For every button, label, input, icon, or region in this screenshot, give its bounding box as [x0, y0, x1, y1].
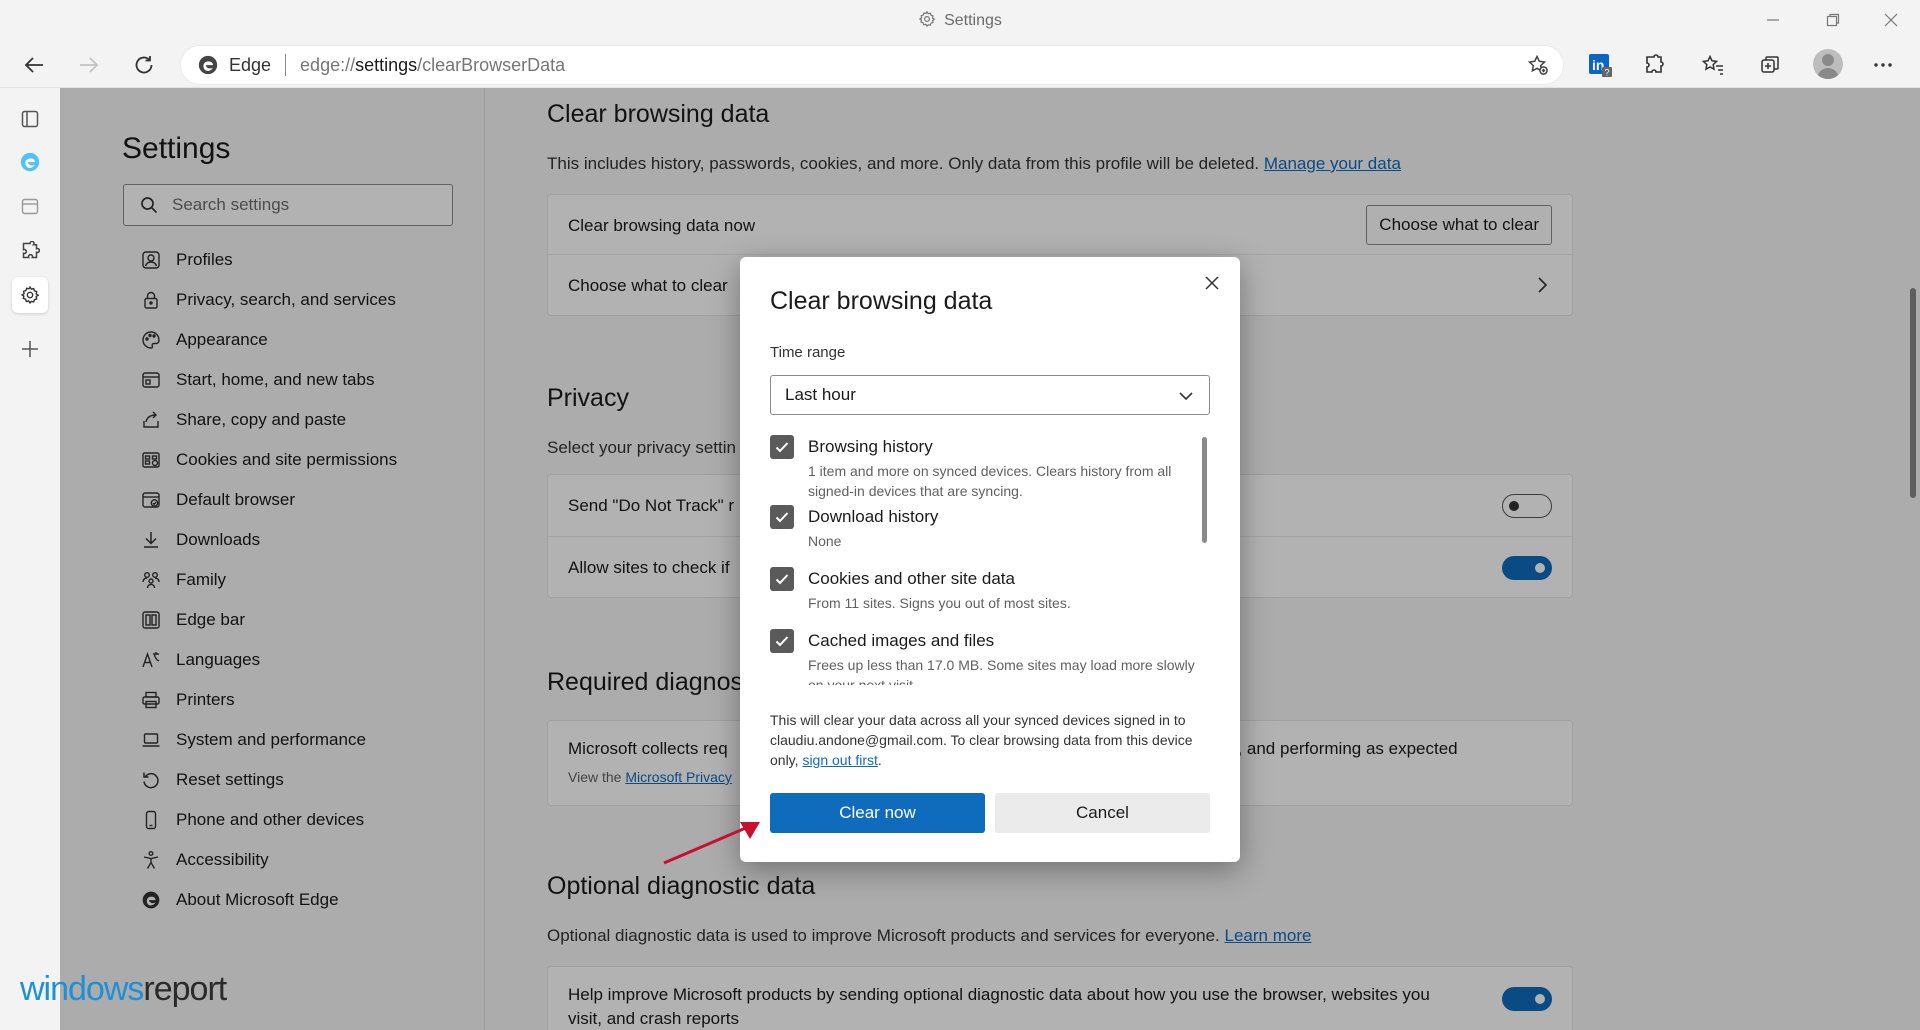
option-desc: None [808, 533, 842, 549]
time-range-value: Last hour [785, 385, 856, 404]
edge-tab-icon[interactable] [12, 144, 48, 180]
vertical-side-bar [0, 88, 60, 1030]
checkbox-checked-icon[interactable] [770, 567, 794, 591]
checkbox-checked-icon[interactable] [770, 629, 794, 653]
more-menu-icon[interactable] [1865, 47, 1901, 83]
checkbox-checked-icon[interactable] [770, 505, 794, 529]
restore-button[interactable] [1806, 6, 1860, 34]
close-icon[interactable] [1198, 269, 1226, 297]
sync-note-end: . [877, 752, 882, 768]
option-title: Cookies and other site data [808, 569, 1015, 588]
time-range-select[interactable]: Last hour [770, 375, 1210, 415]
sign-out-first-link[interactable]: sign out first [802, 752, 877, 768]
refresh-button[interactable] [126, 47, 162, 83]
dialog-title: Clear browsing data [770, 287, 993, 315]
new-tab-plus-icon[interactable] [12, 331, 48, 367]
calendar-tab-icon[interactable] [12, 188, 48, 224]
minimize-button[interactable] [1746, 6, 1800, 34]
profile-avatar[interactable] [1813, 49, 1843, 79]
url-host: settings [355, 54, 418, 75]
clear-browsing-data-dialog: Clear browsing data Time range Last hour… [740, 257, 1240, 862]
annotation-arrow-shaft [663, 825, 749, 865]
address-brand: Edge [229, 54, 272, 75]
back-button[interactable] [16, 47, 52, 83]
clear-now-button[interactable]: Clear now [770, 793, 985, 833]
extensions-icon[interactable] [1636, 47, 1672, 83]
favorites-icon[interactable] [1695, 47, 1731, 83]
url-path: /clearBrowserData [417, 54, 566, 75]
address-bar[interactable]: Edge edge://settings/clearBrowserData [180, 45, 1564, 85]
window-title: Settings [0, 10, 1920, 33]
gear-icon [918, 10, 936, 33]
option-title: Browsing history [808, 437, 933, 456]
checkbox-checked-icon[interactable] [770, 435, 794, 459]
chevron-down-icon [1177, 387, 1195, 410]
tab-actions-icon[interactable] [12, 101, 48, 137]
url-scheme: edge:// [300, 54, 356, 75]
add-favorite-icon[interactable] [1527, 54, 1549, 81]
time-range-label: Time range [770, 344, 846, 361]
windowsreport-watermark: windowsreport [20, 970, 227, 1009]
option-title: Cached images and files [808, 631, 995, 650]
watermark-part2: report [143, 970, 227, 1008]
window-title-text: Settings [944, 12, 1002, 29]
sync-note: This will clear your data across all you… [770, 710, 1220, 770]
dialog-list-scrollbar[interactable] [1202, 437, 1207, 543]
option-desc: 1 item and more on synced devices. Clear… [808, 463, 1172, 499]
linkedin-extension-icon[interactable]: in? [1582, 47, 1618, 83]
data-types-list: Browsing history 1 item and more on sync… [770, 435, 1210, 685]
page-scrollbar[interactable] [1910, 288, 1916, 498]
title-bar: Settings [0, 0, 1920, 42]
collections-icon[interactable] [1752, 47, 1788, 83]
browser-toolbar: Edge edge://settings/clearBrowserData in… [0, 42, 1920, 88]
settings-tab-icon[interactable] [12, 277, 48, 313]
cancel-button[interactable]: Cancel [995, 793, 1210, 833]
address-separator [285, 54, 287, 76]
watermark-part1: windows [20, 970, 144, 1008]
close-window-button[interactable] [1864, 6, 1918, 34]
forward-button[interactable] [71, 47, 107, 83]
option-desc: From 11 sites. Signs you out of most sit… [808, 595, 1071, 611]
option-title: Download history [808, 507, 939, 526]
extensions-tab-icon[interactable] [12, 233, 48, 269]
svg-text:?: ? [1605, 68, 1610, 78]
option-desc: Frees up less than 17.0 MB. Some sites m… [808, 657, 1195, 685]
edge-logo-icon [197, 54, 219, 76]
annotation-arrow [663, 822, 760, 865]
